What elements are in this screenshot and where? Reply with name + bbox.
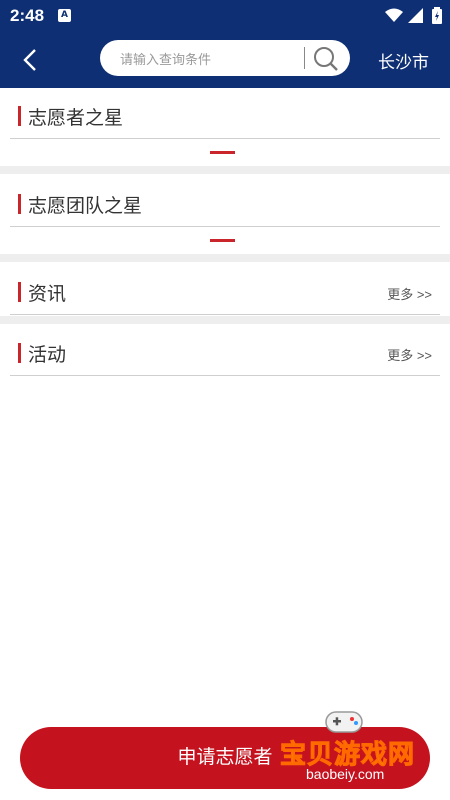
section-title: 志愿团队之星 (28, 196, 143, 217)
carousel-indicator[interactable] (210, 239, 235, 242)
carousel-indicator[interactable] (210, 151, 235, 154)
search-icon[interactable] (312, 45, 340, 73)
section-header: 志愿团队之星 (10, 182, 440, 227)
chevron-left-icon[interactable] (18, 46, 44, 74)
more-link[interactable]: 更多 >> (387, 345, 432, 364)
section-divider (0, 166, 450, 174)
wifi-icon (385, 8, 403, 22)
section-news: 资讯 更多 >> (0, 270, 450, 316)
watermark-logo: 宝贝游戏网 baobeiy.com (270, 704, 450, 800)
section-title: 资讯 (28, 284, 67, 305)
section-header: 志愿者之星 (10, 94, 440, 139)
status-time: 2:48 (10, 6, 45, 25)
section-team-star: 志愿团队之星 (0, 182, 450, 254)
section-marker (18, 194, 21, 214)
search-divider (304, 47, 305, 69)
section-volunteer-star: 志愿者之星 (0, 94, 450, 166)
notification-icon: A (58, 9, 71, 22)
city-selector[interactable]: 长沙市 (378, 48, 429, 73)
section-marker (18, 282, 21, 302)
search-placeholder: 请输入查询条件 (120, 52, 212, 67)
battery-charging-icon (432, 7, 442, 24)
top-app-bar: 请输入查询条件 长沙市 (0, 32, 450, 88)
section-marker (18, 106, 21, 126)
section-divider (0, 254, 450, 262)
signal-icon (408, 8, 423, 23)
section-header: 资讯 更多 >> (10, 270, 440, 315)
section-marker (18, 343, 21, 363)
section-title: 志愿者之星 (28, 108, 124, 129)
watermark-url: baobeiy.com (306, 766, 385, 782)
search-input[interactable]: 请输入查询条件 (100, 40, 350, 76)
status-bar: 2:48 A (0, 0, 450, 32)
section-divider (0, 316, 450, 324)
section-header: 活动 更多 >> (10, 331, 440, 376)
section-activities: 活动 更多 >> (0, 331, 450, 377)
gamepad-icon (325, 711, 363, 733)
more-link[interactable]: 更多 >> (387, 284, 432, 303)
section-title: 活动 (28, 345, 67, 366)
